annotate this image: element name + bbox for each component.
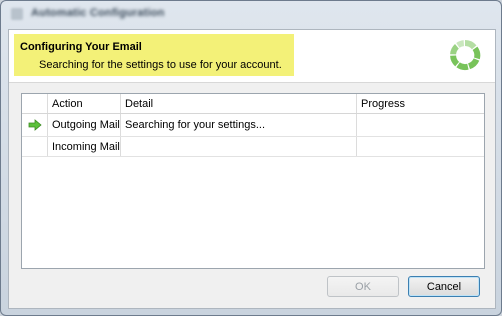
page-subtitle: Searching for the settings to use for yo… <box>39 59 282 71</box>
progress-ring-icon <box>450 40 481 71</box>
column-header-detail[interactable]: Detail <box>121 94 357 113</box>
column-header-status[interactable] <box>22 94 48 113</box>
progress-cell <box>357 137 484 156</box>
table-row[interactable]: Outgoing Mail Searching for your setting… <box>22 114 484 137</box>
detail-cell: Searching for your settings... <box>121 114 357 136</box>
table-header: Action Detail Progress <box>22 94 484 114</box>
action-cell: Outgoing Mail <box>48 114 121 136</box>
column-header-progress[interactable]: Progress <box>357 94 484 113</box>
table-row[interactable]: Incoming Mail <box>22 137 484 157</box>
status-cell <box>22 137 48 156</box>
app-icon <box>11 8 23 20</box>
progress-cell <box>357 114 484 136</box>
column-header-action[interactable]: Action <box>48 94 121 113</box>
page-title: Configuring Your Email <box>20 41 142 53</box>
dialog-client-area: Configuring Your Email Searching for the… <box>8 29 496 309</box>
title-bar[interactable]: Automatic Configuration <box>1 1 501 27</box>
progress-table: Action Detail Progress Outgoing Mail Sea… <box>21 93 485 269</box>
ok-button[interactable]: OK <box>327 276 399 297</box>
green-arrow-icon <box>28 119 42 131</box>
cancel-button[interactable]: Cancel <box>408 276 480 297</box>
dialog-window: Automatic Configuration Configuring Your… <box>0 0 502 316</box>
header-band: Configuring Your Email Searching for the… <box>9 30 495 83</box>
detail-cell <box>121 137 357 156</box>
action-cell: Incoming Mail <box>48 137 121 156</box>
window-title: Automatic Configuration <box>31 7 165 19</box>
status-cell <box>22 114 48 136</box>
